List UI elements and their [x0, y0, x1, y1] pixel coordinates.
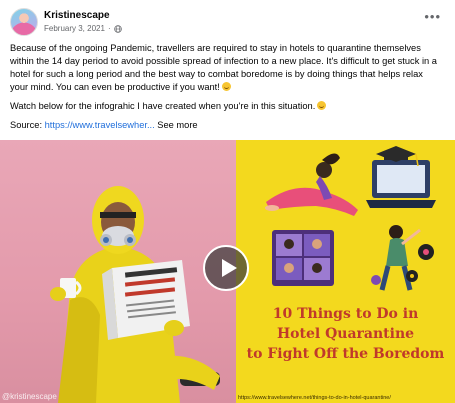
- more-horizontal-icon[interactable]: •••: [424, 10, 441, 23]
- infographic-headline-line-3: to Fight Off the Boredom: [246, 346, 445, 362]
- post-header: Kristinescape February 3, 2021 · •••: [10, 8, 445, 38]
- source-link[interactable]: https://www.travelsewher...: [45, 120, 155, 130]
- post-paragraph-2: Watch below for the infograhic I have cr…: [10, 100, 443, 113]
- hazmat-person-illustration: [50, 186, 220, 403]
- url-caption: https://www.travelsewhere.net/things-to-…: [238, 395, 391, 401]
- smiley-emoji-icon: [221, 82, 231, 91]
- watermark: @kristinescape: [2, 392, 57, 401]
- infographic-headline-line-1: 10 Things to Do in: [272, 306, 419, 322]
- post-date[interactable]: February 3, 2021: [44, 24, 105, 33]
- source-line: Source: https://www.travelsewher... See …: [10, 119, 443, 132]
- see-more-link[interactable]: See more: [157, 120, 197, 130]
- infographic-illustrations: [265, 146, 436, 291]
- smiley-emoji-icon: [317, 101, 327, 110]
- post-text: Because of the ongoing Pandemic, travell…: [10, 42, 443, 138]
- paragraph-2-text: Watch below for the infograhic I have cr…: [10, 101, 316, 111]
- source-label: Source:: [10, 120, 43, 130]
- infographic-headline-line-2: Hotel Quarantine: [276, 326, 415, 342]
- post-video[interactable]: @kristinescape 10 Things to Do in Hotel …: [0, 140, 455, 403]
- meta-separator: ·: [107, 24, 111, 33]
- post-paragraph-1: Because of the ongoing Pandemic, travell…: [10, 42, 443, 94]
- avatar[interactable]: [10, 8, 38, 36]
- play-icon[interactable]: [203, 245, 249, 291]
- post-meta: February 3, 2021 ·: [44, 24, 122, 33]
- facebook-post: Kristinescape February 3, 2021 · ••• Bec…: [0, 0, 455, 403]
- hazmat-photo: @kristinescape: [0, 140, 236, 403]
- infographic: 10 Things to Do in Hotel Quarantine to F…: [236, 140, 455, 403]
- globe-icon: [113, 24, 122, 33]
- author-name[interactable]: Kristinescape: [44, 10, 110, 21]
